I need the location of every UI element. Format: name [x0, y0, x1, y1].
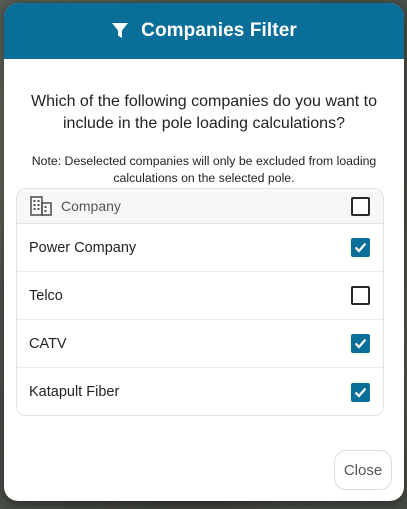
company-row-catv: CATV — [17, 320, 383, 368]
dialog-title: Companies Filter — [141, 20, 297, 41]
select-all-checkbox[interactable] — [351, 196, 370, 216]
building-icon — [30, 196, 52, 216]
company-row-telco: Telco — [17, 272, 383, 320]
company-label: Power Company — [29, 239, 137, 256]
table-header: Company — [17, 189, 383, 224]
company-row-katapult-fiber: Katapult Fiber — [17, 368, 383, 415]
question-text: Which of the following companies do you … — [31, 93, 377, 132]
check-icon — [354, 242, 367, 253]
filter-icon — [111, 22, 129, 40]
company-label: CATV — [29, 335, 67, 352]
note-text: Note: Deselected companies will only be … — [31, 154, 377, 185]
katapult-fiber-checkbox[interactable] — [351, 382, 370, 402]
company-row-power-company: Power Company — [17, 224, 383, 272]
close-button[interactable]: Close — [334, 450, 392, 490]
power-company-checkbox[interactable] — [351, 238, 370, 257]
company-column-label: Company — [61, 198, 121, 214]
companies-table: Company Power Company Telco CATV Katapul… — [16, 188, 384, 416]
check-icon — [354, 338, 367, 349]
company-label: Katapult Fiber — [29, 384, 120, 400]
telco-checkbox[interactable] — [351, 286, 370, 305]
company-label: Telco — [29, 287, 63, 304]
check-icon — [354, 387, 367, 398]
dialog-header: Companies Filter — [4, 3, 404, 59]
catv-checkbox[interactable] — [351, 334, 370, 353]
